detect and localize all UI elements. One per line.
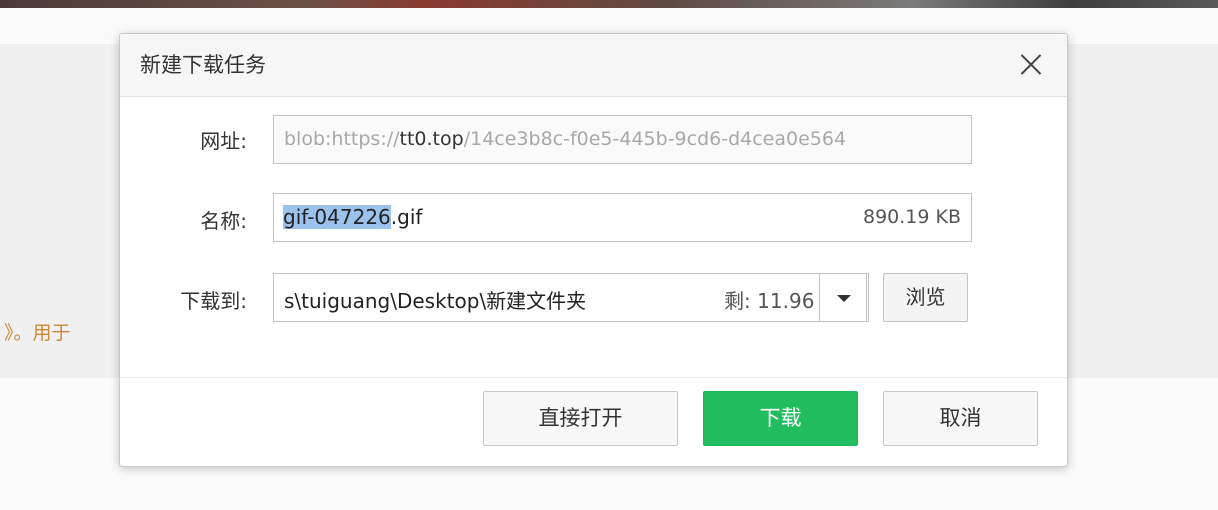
background-partial-text: 》。用于: [4, 322, 71, 344]
url-path: /14ce3b8c-f0e5-445b-9cd6-d4cea0e564: [463, 128, 847, 150]
close-icon[interactable]: [1015, 48, 1047, 80]
dialog-title: 新建下载任务: [140, 53, 266, 77]
new-download-dialog: 新建下载任务 网址: blob:https://tt0.top/14ce3b8c…: [119, 33, 1068, 467]
chevron-down-icon: [837, 295, 851, 302]
file-size: 890.19 KB: [862, 206, 961, 228]
footer-divider: [120, 377, 1067, 378]
download-button[interactable]: 下载: [703, 391, 858, 446]
cancel-button[interactable]: 取消: [883, 391, 1038, 446]
filename-extension: .gif: [390, 205, 423, 229]
url-field[interactable]: blob:https://tt0.top/14ce3b8c-f0e5-445b-…: [273, 115, 972, 164]
background-image-strip: [0, 0, 1218, 8]
open-directly-button[interactable]: 直接打开: [483, 391, 678, 446]
url-prefix: blob:https://: [284, 128, 400, 150]
url-label: 网址:: [200, 129, 247, 153]
save-path-field[interactable]: s\tuiguang\Desktop\新建文件夹 剩: 11.96 GB: [273, 273, 869, 322]
browse-button[interactable]: 浏览: [883, 273, 968, 322]
filename-value: gif-047226.gif: [283, 205, 422, 229]
url-host: tt0.top: [399, 128, 464, 150]
dialog-header: 新建下载任务: [120, 34, 1067, 97]
path-dropdown-button[interactable]: [819, 273, 867, 322]
filename-field[interactable]: gif-047226.gif 890.19 KB: [273, 193, 972, 242]
filename-selected-text: gif-047226: [283, 205, 391, 229]
save-path-value: s\tuiguang\Desktop\新建文件夹: [284, 289, 587, 313]
name-label: 名称:: [200, 209, 247, 233]
save-to-label: 下载到:: [180, 289, 247, 313]
